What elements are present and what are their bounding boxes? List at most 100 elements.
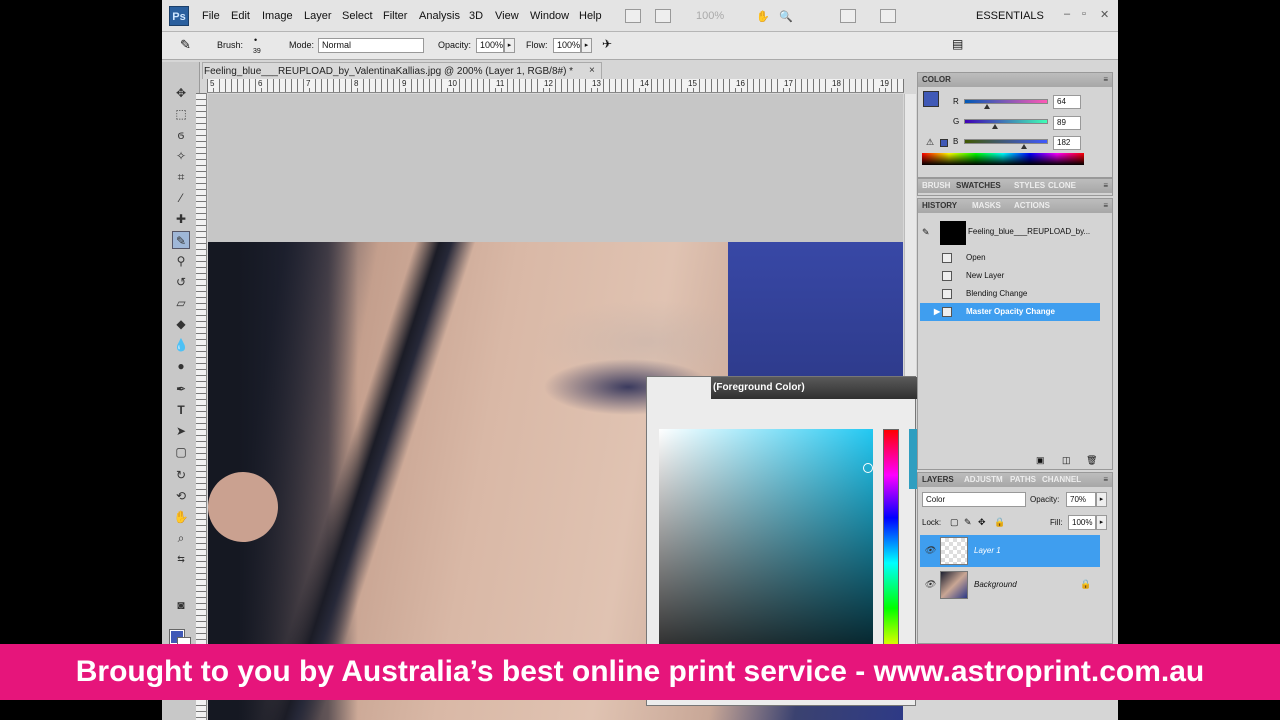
layer-opacity-slider-icon[interactable]: ▸ [1096,492,1107,507]
3d-rotate-tool-icon[interactable]: ↻ [172,466,190,484]
menu-select[interactable]: Select [342,10,373,22]
tab-paths[interactable]: PATHS [1010,475,1036,484]
blend-mode-select[interactable]: Color [922,492,1026,507]
zoom-level[interactable]: 100% [696,10,724,22]
blue-slider-thumb[interactable] [1021,144,1027,149]
tab-actions[interactable]: ACTIONS [1014,201,1050,210]
tab-swatches[interactable]: SWATCHES [956,181,1001,190]
path-selection-tool-icon[interactable]: ➤ [172,422,190,440]
quick-mask-icon[interactable]: ◙ [172,596,190,614]
lasso-tool-icon[interactable]: ϭ [172,126,190,144]
gamut-swatch[interactable] [940,139,948,147]
eyedropper-tool-icon[interactable]: ⁄ [172,189,190,207]
tab-layers[interactable]: LAYERS [922,475,954,484]
layer-name[interactable]: Background [974,580,1017,589]
hand-tool-icon[interactable]: ✋ [756,10,770,23]
maximize-icon[interactable]: ▫ [1082,8,1086,20]
layer-opacity-input[interactable]: 70% [1066,492,1096,507]
lock-all-icon[interactable]: 🔒 [994,517,1005,528]
paint-bucket-tool-icon[interactable]: ◆ [172,315,190,333]
red-value[interactable]: 64 [1053,95,1081,109]
lock-position-icon[interactable]: ✥ [978,517,986,528]
move-tool-icon[interactable]: ✥ [172,84,190,102]
type-tool-icon[interactable]: T [172,401,190,419]
out-of-gamut-warning-icon[interactable]: ⚠ [926,137,934,148]
blue-slider[interactable] [964,139,1048,144]
quick-select-tool-icon[interactable]: ✧ [172,147,190,165]
tab-brush[interactable]: BRUSH [922,181,950,190]
history-state[interactable]: Open [920,249,1100,267]
menu-filter[interactable]: Filter [383,10,407,22]
panel-foreground-swatch[interactable] [923,91,939,107]
history-brush-tool-icon[interactable]: ↺ [172,273,190,291]
hand-tool-icon[interactable]: ✋ [172,508,190,526]
visibility-eye-icon[interactable]: 👁 [924,579,935,590]
visibility-eye-icon[interactable]: 👁 [924,545,935,556]
red-slider-thumb[interactable] [984,104,990,109]
panel-menu-icon[interactable]: ≡ [1103,181,1108,190]
lock-pixels-icon[interactable]: ✎ [964,517,972,528]
healing-brush-tool-icon[interactable]: ✚ [172,210,190,228]
marquee-tool-icon[interactable]: ⬚ [172,105,190,123]
zoom-tool-icon[interactable]: 🔍 [779,10,793,23]
green-slider-thumb[interactable] [992,124,998,129]
menu-analysis[interactable]: Analysis [419,10,460,22]
tab-styles[interactable]: STYLES [1014,181,1045,190]
color-field-marker[interactable] [863,463,873,473]
screen-mode-icon[interactable] [880,9,896,23]
canvas-pasteboard[interactable] [208,94,903,242]
tab-adjustments[interactable]: ADJUSTM [964,475,1003,484]
layer-row-layer-1[interactable]: 👁 Layer 1 [920,535,1100,567]
fill-input[interactable]: 100% [1068,515,1096,530]
clone-stamp-tool-icon[interactable]: ⚲ [172,252,190,270]
minimize-icon[interactable]: – [1064,8,1070,20]
close-document-icon[interactable]: × [589,65,595,76]
brush-tool-icon[interactable]: ✎ [172,231,190,249]
new-snapshot-icon[interactable]: ◫ [1062,455,1071,466]
lock-transparency-icon[interactable]: ▢ [950,517,959,528]
tab-channels[interactable]: CHANNEL [1042,475,1081,484]
swap-colors-icon[interactable]: ⇆ [172,550,190,568]
tab-masks[interactable]: MASKS [972,201,1001,210]
new-document-from-state-icon[interactable]: ▣ [1036,455,1045,466]
menu-layer[interactable]: Layer [304,10,332,22]
workspace-switcher[interactable]: ESSENTIALS [976,10,1044,22]
arrange-documents-icon[interactable] [840,9,856,23]
pen-tool-icon[interactable]: ✒ [172,380,190,398]
3d-orbit-tool-icon[interactable]: ⟲ [172,487,190,505]
fill-slider-icon[interactable]: ▸ [1096,515,1107,530]
tab-clone[interactable]: CLONE [1048,181,1076,190]
launch-bridge-icon[interactable] [625,9,641,23]
opacity-input[interactable]: 100% [476,38,504,53]
menu-view[interactable]: View [495,10,519,22]
shape-tool-icon[interactable]: ▢ [172,443,190,461]
document-tab[interactable]: Feeling_blue___REUPLOAD_by_ValentinaKall… [202,62,602,79]
menu-3d[interactable]: 3D [469,10,483,22]
tab-history[interactable]: HISTORY [922,201,957,210]
close-window-icon[interactable]: ✕ [1100,8,1109,21]
zoom-tool-icon[interactable]: ⌕ [172,529,190,547]
delete-state-icon[interactable]: 🗑 [1086,455,1097,466]
flow-slider-icon[interactable]: ▸ [581,38,592,53]
history-brush-source-icon[interactable]: ✎ [922,227,930,238]
view-extras-icon[interactable] [655,9,671,23]
blur-tool-icon[interactable]: 💧 [172,336,190,354]
dodge-tool-icon[interactable]: ● [172,357,190,375]
menu-file[interactable]: File [202,10,220,22]
menu-help[interactable]: Help [579,10,602,22]
snapshot-label[interactable]: Feeling_blue___REUPLOAD_by... [968,227,1090,236]
flow-input[interactable]: 100% [553,38,581,53]
panel-menu-icon[interactable]: ≡ [1103,201,1108,210]
history-state-selected[interactable]: ▶ Master Opacity Change [920,303,1100,321]
airbrush-icon[interactable]: ✈ [602,37,612,51]
crop-tool-icon[interactable]: ⌗ [172,168,190,186]
blue-value[interactable]: 182 [1053,136,1081,150]
opacity-slider-icon[interactable]: ▸ [504,38,515,53]
history-state[interactable]: Blending Change [920,285,1100,303]
brush-panel-icon[interactable]: ▤ [952,37,963,51]
panel-menu-icon[interactable]: ≡ [1103,475,1108,484]
eraser-tool-icon[interactable]: ▱ [172,294,190,312]
panel-menu-icon[interactable]: ≡ [1103,75,1108,84]
red-slider[interactable] [964,99,1048,104]
tab-color[interactable]: COLOR [922,75,951,84]
